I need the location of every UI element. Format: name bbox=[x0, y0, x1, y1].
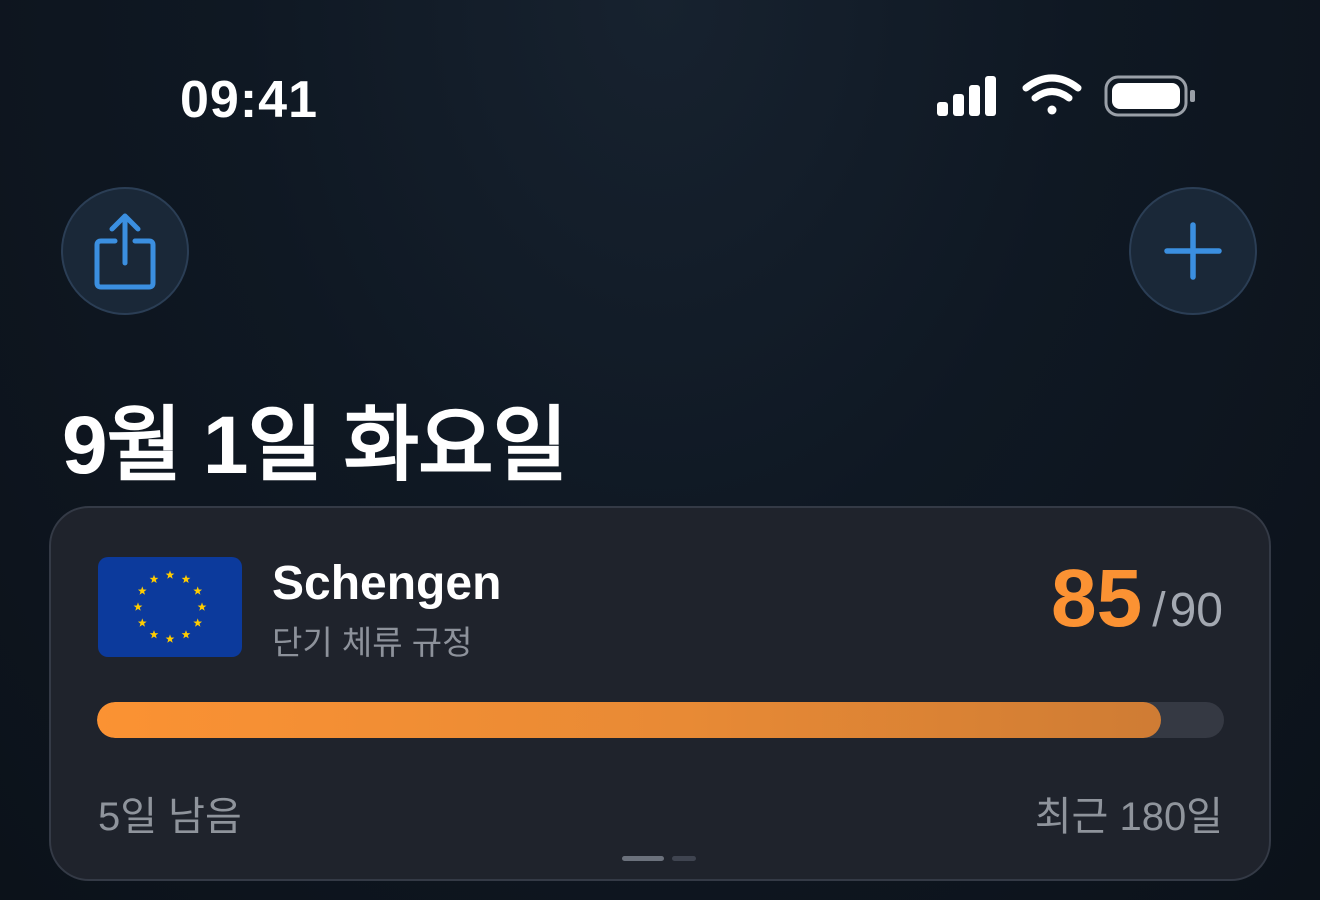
days-remaining-label: 5일 남음 bbox=[98, 795, 242, 839]
share-button[interactable] bbox=[61, 187, 189, 315]
visa-card-schengen[interactable]: Schengen 단기 체류 규정 85 / 90 5일 남음 최근 180일 bbox=[49, 506, 1271, 881]
stay-progress-fill bbox=[97, 702, 1161, 738]
status-bar: 09:41 bbox=[0, 0, 1320, 190]
eu-star bbox=[133, 602, 143, 611]
wifi-icon bbox=[1022, 74, 1082, 115]
page-title: 9월 1일 화요일 bbox=[62, 400, 568, 491]
eu-star bbox=[193, 618, 203, 627]
add-button[interactable] bbox=[1129, 187, 1257, 315]
eu-star bbox=[165, 570, 175, 579]
day-counter: 85 / 90 bbox=[1051, 558, 1223, 640]
plus-icon bbox=[1164, 222, 1222, 280]
page-dot[interactable] bbox=[622, 856, 664, 861]
region-description: 단기 체류 규정 bbox=[272, 624, 473, 661]
eu-star bbox=[181, 630, 191, 639]
eu-star bbox=[193, 586, 203, 595]
eu-star bbox=[137, 618, 147, 627]
eu-star bbox=[181, 574, 191, 584]
status-time: 09:41 bbox=[180, 71, 318, 129]
window-label: 최근 180일 bbox=[1034, 795, 1223, 839]
stay-progress-bar bbox=[97, 702, 1224, 738]
region-name: Schengen bbox=[272, 557, 502, 610]
days-limit: 90 bbox=[1169, 584, 1223, 637]
eu-star bbox=[197, 602, 207, 611]
eu-flag-icon bbox=[98, 557, 242, 657]
eu-star bbox=[149, 630, 159, 639]
page-indicator[interactable] bbox=[622, 856, 696, 861]
count-separator: / bbox=[1152, 584, 1166, 637]
battery-icon bbox=[1104, 75, 1195, 117]
status-icons bbox=[937, 74, 1195, 117]
days-used: 85 bbox=[1051, 553, 1143, 644]
eu-star bbox=[137, 586, 147, 595]
cellular-signal-icon bbox=[937, 76, 996, 116]
eu-star bbox=[149, 574, 159, 584]
share-icon bbox=[94, 213, 156, 290]
eu-star bbox=[165, 634, 175, 643]
page-dot[interactable] bbox=[672, 856, 696, 861]
